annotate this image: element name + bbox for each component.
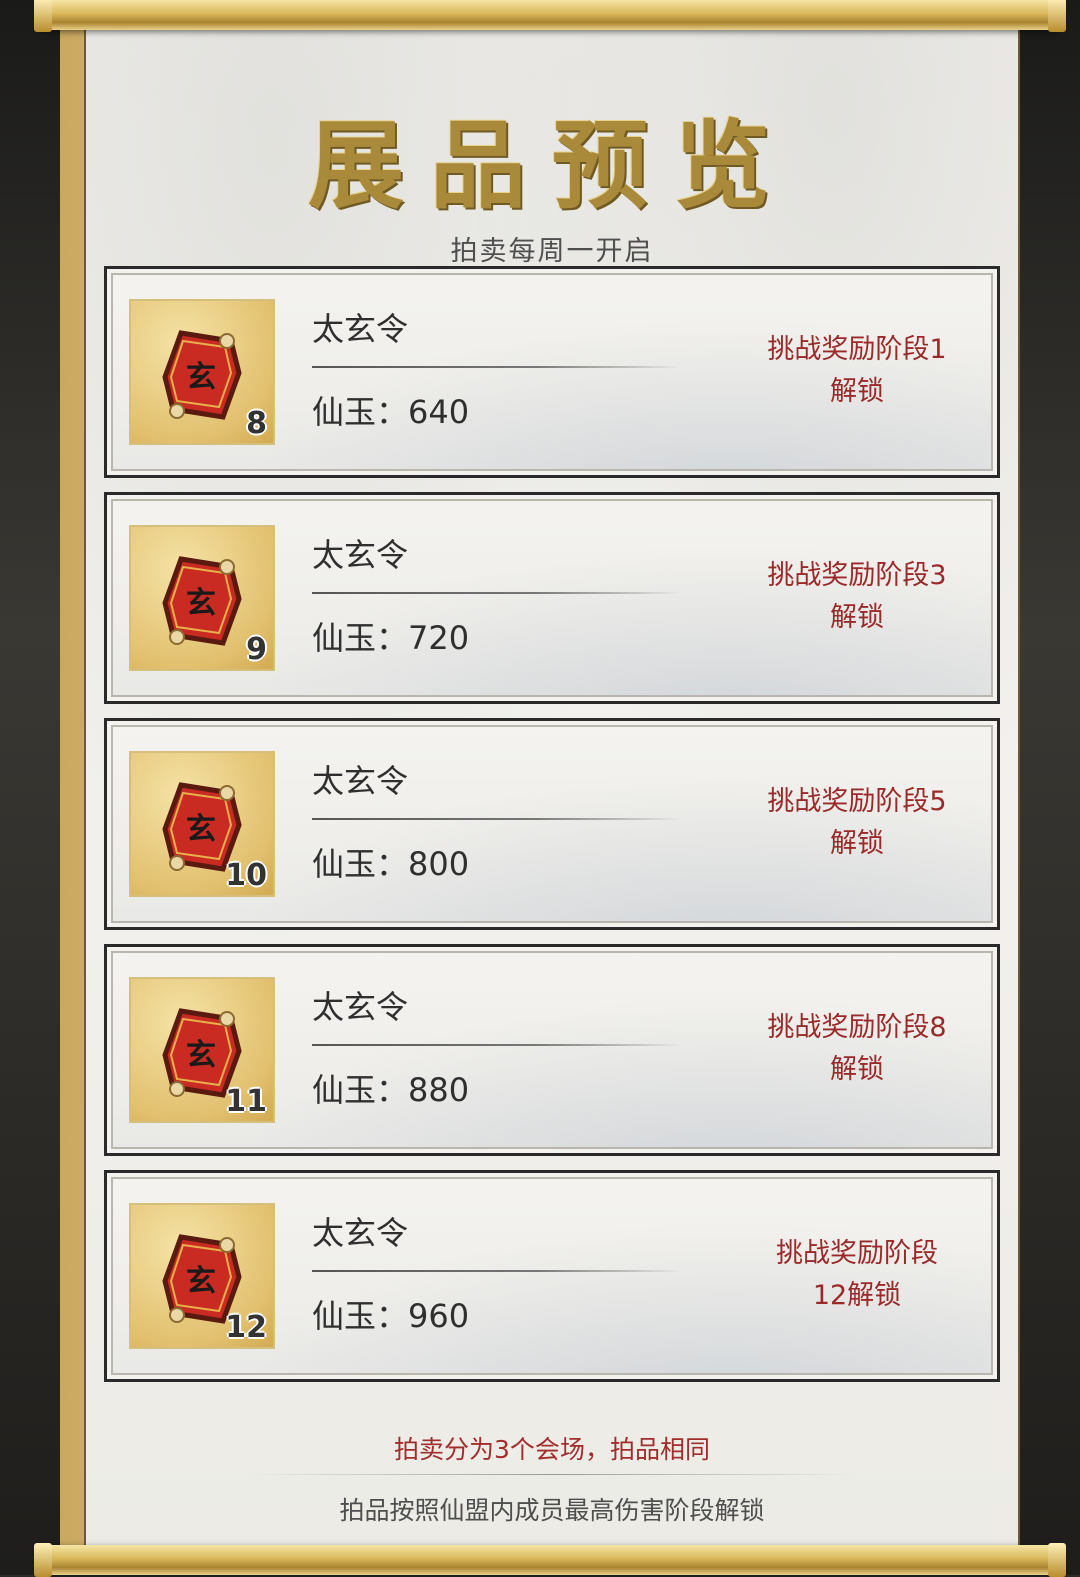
- item-price: 仙玉：640: [312, 387, 469, 433]
- item-divider: [312, 592, 682, 594]
- price-label: 仙玉：: [312, 845, 409, 883]
- item-name: 太玄令: [312, 536, 409, 574]
- price-value: 640: [408, 393, 470, 431]
- item-name: 太玄令: [312, 310, 409, 348]
- price-label: 仙玉：: [312, 1297, 409, 1335]
- list-item[interactable]: 玄 10 太玄令 仙玉：800 挑战奖励阶段5 解锁: [104, 718, 1000, 930]
- unlock-condition: 挑战奖励阶段3 解锁: [767, 560, 947, 633]
- item-icon[interactable]: 玄 9: [129, 525, 275, 671]
- price-value: 720: [408, 619, 470, 657]
- list-item[interactable]: 玄 12 太玄令 仙玉：960 挑战奖励阶段 12解锁: [104, 1170, 1000, 1382]
- item-price: 仙玉：960: [312, 1291, 469, 1337]
- item-divider: [312, 366, 682, 368]
- price-value: 960: [408, 1297, 470, 1335]
- price-value: 800: [408, 845, 470, 883]
- item-icon[interactable]: 玄 11: [129, 977, 275, 1123]
- price-label: 仙玉：: [312, 619, 409, 657]
- footer-divider: [246, 1474, 858, 1475]
- unlock-condition: 挑战奖励阶段1 解锁: [767, 334, 947, 407]
- item-count-badge: 12: [225, 1310, 267, 1345]
- item-price: 仙玉：720: [312, 613, 469, 659]
- page-subtitle: 拍卖每周一开启: [450, 236, 654, 267]
- list-item[interactable]: 玄 9 太玄令 仙玉：720 挑战奖励阶段3 解锁: [104, 492, 1000, 704]
- item-divider: [312, 1044, 682, 1046]
- list-item[interactable]: 玄 11 太玄令 仙玉：880 挑战奖励阶段8 解锁: [104, 944, 1000, 1156]
- item-count-badge: 11: [225, 1084, 267, 1119]
- token-glyph: 玄: [186, 812, 216, 847]
- item-icon[interactable]: 玄 12: [129, 1203, 275, 1349]
- taixuan-token-icon: 玄: [162, 330, 242, 420]
- exhibit-preview-panel: 展品预览 拍卖每周一开启 玄 8 太玄令 仙玉：640 挑战奖励阶段1 解锁 玄…: [84, 26, 1020, 1549]
- item-count-badge: 9: [246, 632, 267, 667]
- item-price: 仙玉：880: [312, 1065, 469, 1111]
- item-icon[interactable]: 玄 10: [129, 751, 275, 897]
- item-name: 太玄令: [312, 988, 409, 1026]
- item-divider: [312, 1270, 682, 1272]
- venue-notice: 拍卖分为3个会场，拍品相同: [394, 1435, 710, 1464]
- item-count-badge: 8: [246, 406, 267, 441]
- token-glyph: 玄: [186, 1038, 216, 1073]
- unlock-condition: 挑战奖励阶段5 解锁: [767, 786, 947, 859]
- item-name: 太玄令: [312, 762, 409, 800]
- unlock-condition: 挑战奖励阶段8 解锁: [767, 1012, 947, 1085]
- item-icon[interactable]: 玄 8: [129, 299, 275, 445]
- unlock-condition: 挑战奖励阶段 12解锁: [776, 1238, 938, 1311]
- scroll-rod-top: [34, 0, 1066, 32]
- page-title: 展品预览: [308, 109, 796, 222]
- token-glyph: 玄: [186, 1264, 216, 1299]
- unlock-footnote: 拍品按照仙盟内成员最高伤害阶段解锁: [339, 1496, 765, 1525]
- price-label: 仙玉：: [312, 1071, 409, 1109]
- item-price: 仙玉：800: [312, 839, 469, 885]
- item-divider: [312, 818, 682, 820]
- price-label: 仙玉：: [312, 393, 409, 431]
- token-glyph: 玄: [186, 586, 216, 621]
- list-item[interactable]: 玄 8 太玄令 仙玉：640 挑战奖励阶段1 解锁: [104, 266, 1000, 478]
- price-value: 880: [408, 1071, 470, 1109]
- item-name: 太玄令: [312, 1214, 409, 1252]
- token-glyph: 玄: [186, 360, 216, 395]
- background-right: [1010, 0, 1080, 1575]
- scroll-rod-bottom: [34, 1543, 1066, 1577]
- taixuan-token-icon: 玄: [162, 556, 242, 646]
- item-count-badge: 10: [225, 858, 267, 893]
